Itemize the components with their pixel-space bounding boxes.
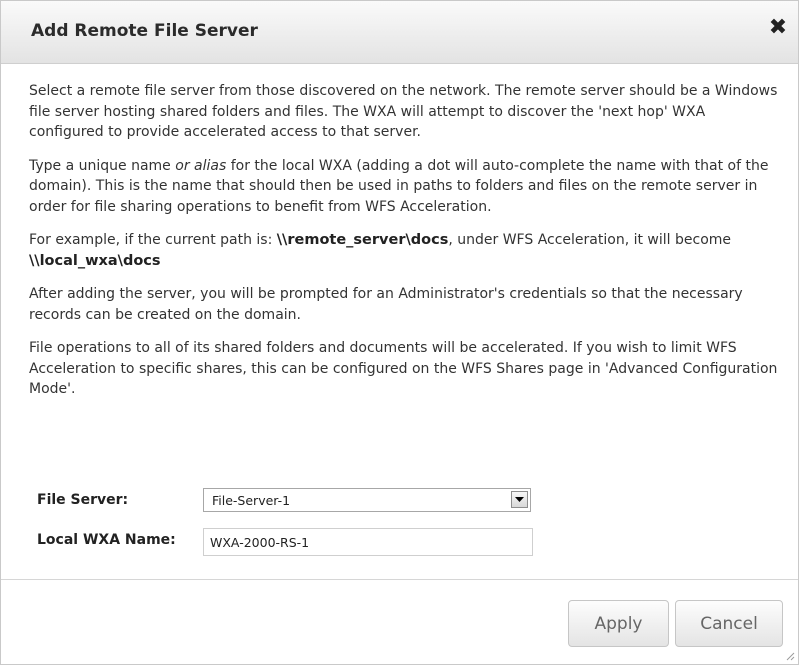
shares-paragraph: File operations to all of its shared fol… — [29, 340, 778, 397]
file-server-label: File Server: — [37, 492, 129, 508]
example-text-before: For example, if the current path is: — [29, 232, 277, 248]
alias-paragraph: Type a unique name or alias for the loca… — [29, 156, 779, 218]
local-wxa-name-input[interactable] — [203, 528, 533, 556]
dropdown-arrow-icon[interactable] — [511, 491, 528, 508]
local-path-example: \\local_wxa\docs — [29, 252, 161, 269]
example-paragraph: For example, if the current path is: \\r… — [29, 230, 779, 271]
apply-button[interactable]: Apply — [568, 600, 669, 647]
credentials-paragraph: After adding the server, you will be pro… — [29, 286, 743, 323]
dialog-content: Select a remote file server from those d… — [29, 81, 779, 413]
alias-text-before: Type a unique name — [29, 157, 176, 174]
file-server-selected-value: File-Server-1 — [212, 493, 291, 508]
footer-divider — [1, 579, 798, 580]
dialog-title: Add Remote File Server — [31, 21, 258, 41]
remote-path-example: \\remote_server\docs — [276, 232, 449, 248]
file-server-select[interactable]: File-Server-1 — [203, 488, 531, 512]
add-remote-file-server-dialog: Add Remote File Server ✖ Select a remote… — [0, 0, 799, 665]
dialog-titlebar[interactable]: Add Remote File Server ✖ — [1, 1, 798, 64]
example-text-middle: , under WFS Acceleration, it will become — [448, 232, 732, 248]
resize-grip-icon[interactable] — [785, 651, 795, 661]
cancel-button[interactable]: Cancel — [675, 600, 783, 647]
close-icon[interactable]: ✖ — [766, 16, 790, 40]
intro-paragraph: Select a remote file server from those d… — [29, 83, 778, 140]
chevron-down-icon — [515, 497, 524, 502]
alias-emphasis: or alias — [175, 157, 227, 174]
local-wxa-label: Local WXA Name: — [37, 532, 176, 548]
